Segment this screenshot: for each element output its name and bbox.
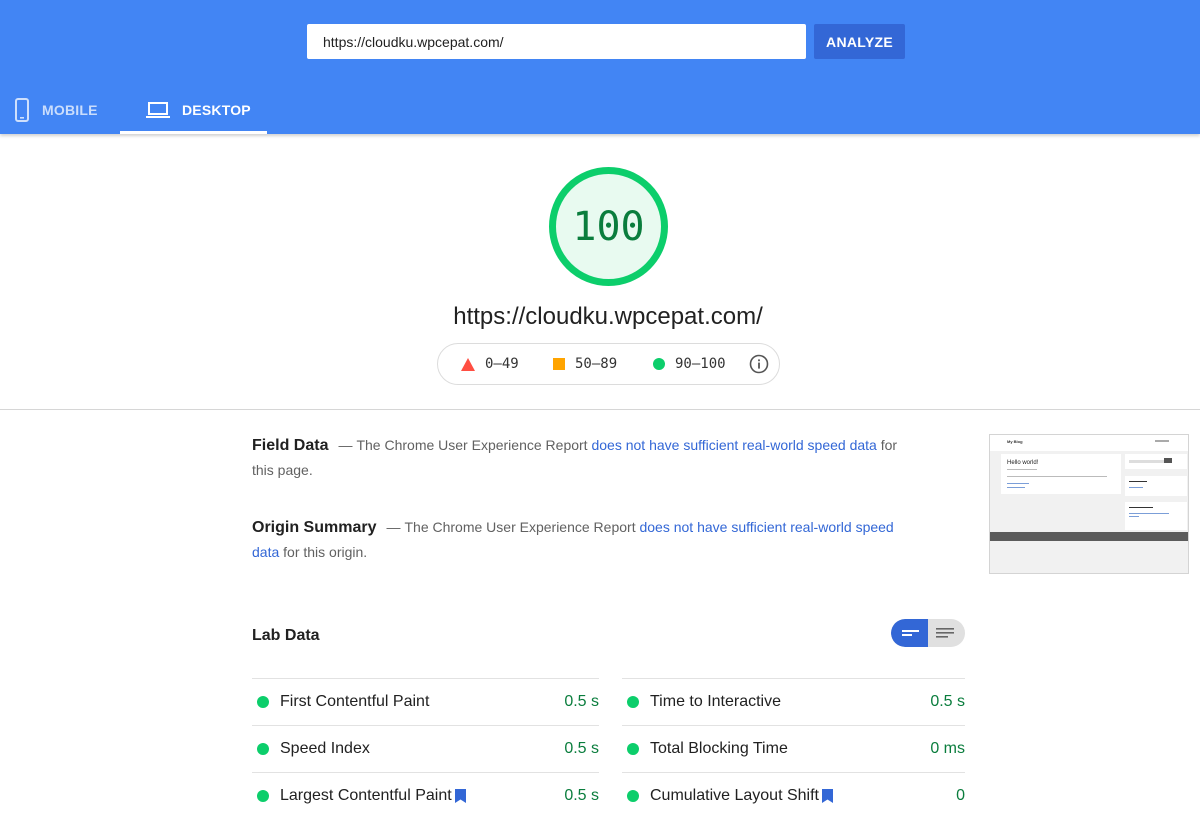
thumbnail-line — [1007, 487, 1025, 488]
field-data-section: Field Data — The Chrome User Experience Re… — [252, 433, 902, 483]
thumbnail-nav — [1155, 440, 1169, 442]
thumbnail-search — [1125, 454, 1187, 469]
legend-pass-range: 90–100 — [675, 356, 726, 372]
thumbnail-post-title: Hello world! — [1007, 460, 1039, 466]
legend-fail: 0–49 — [461, 356, 519, 372]
legend-pass: 90–100 — [653, 356, 726, 372]
legend-average-range: 50–89 — [575, 356, 618, 372]
thumbnail-footer — [990, 532, 1188, 541]
green-circle-icon — [653, 358, 665, 370]
orange-square-icon — [553, 358, 565, 370]
active-tab-indicator — [120, 131, 267, 134]
metric-value: 0.5 s — [930, 693, 965, 710]
thumbnail-sidebar — [1125, 454, 1187, 532]
metric-name: Largest Contentful Paint — [280, 787, 564, 805]
metric-name: Time to Interactive — [650, 693, 782, 710]
origin-summary-section: Origin Summary — The Chrome User Experienc… — [252, 515, 897, 565]
tab-desktop-label: DESKTOP — [182, 102, 251, 118]
thumbnail-site-header: My Blog — [990, 435, 1188, 451]
metric-speed-index: Speed Index 0.5 s — [252, 725, 599, 772]
legend-average: 50–89 — [553, 356, 617, 372]
thumbnail-site-title: My Blog — [1007, 439, 1023, 444]
metric-name: Cumulative Layout Shift — [650, 787, 956, 805]
field-data-dash: — — [338, 437, 353, 453]
red-triangle-icon — [461, 357, 475, 371]
page-screenshot-thumbnail: My Blog Hello world! — [989, 434, 1189, 574]
green-circle-icon — [257, 743, 269, 755]
phone-icon — [15, 98, 29, 122]
metric-name: Total Blocking Time — [650, 740, 788, 757]
toggle-compact-view[interactable] — [891, 619, 928, 647]
metric-total-blocking-time: Total Blocking Time 0 ms — [622, 725, 965, 772]
metric-cumulative-layout-shift: Cumulative Layout Shift 0 — [622, 772, 965, 818]
metric-value: 0 — [956, 786, 965, 804]
compact-list-icon — [902, 630, 919, 636]
top-bar: ANALYZE MOBILE DESKTOP — [0, 0, 1200, 134]
metric-value: 0.5 s — [564, 740, 599, 757]
url-input[interactable] — [307, 24, 806, 59]
green-circle-icon — [257, 696, 269, 708]
metric-time-to-interactive: Time to Interactive 0.5 s — [622, 678, 965, 725]
expanded-list-icon — [936, 628, 954, 638]
lab-data-title: Lab Data — [252, 627, 320, 644]
analyzed-url: https://cloudku.wpcepat.com/ — [453, 303, 763, 330]
analyze-button[interactable]: ANALYZE — [814, 24, 905, 59]
score-legend: 0–49 50–89 90–100 — [437, 343, 780, 385]
thumbnail-line — [1007, 476, 1107, 477]
thumbnail-line — [1007, 483, 1029, 484]
metric-value: 0.5 s — [564, 786, 599, 804]
green-circle-icon — [257, 789, 269, 802]
metric-largest-contentful-paint: Largest Contentful Paint 0.5 s — [252, 772, 599, 818]
metric-first-contentful-paint: First Contentful Paint 0.5 s — [252, 678, 599, 725]
tab-desktop[interactable]: DESKTOP — [120, 86, 267, 134]
thumbnail-recent-posts — [1125, 476, 1187, 496]
tab-mobile-label: MOBILE — [42, 102, 98, 118]
origin-summary-text: The Chrome User Experience Report — [404, 519, 640, 535]
green-circle-icon — [627, 743, 639, 755]
green-circle-icon — [627, 696, 639, 708]
legend-fail-range: 0–49 — [485, 356, 519, 372]
origin-summary-dash: — — [386, 519, 401, 535]
info-icon[interactable] — [749, 354, 769, 374]
bookmark-icon[interactable] — [821, 788, 833, 803]
field-data-text: The Chrome User Experience Report — [356, 437, 592, 453]
toggle-expanded-view[interactable] — [928, 619, 965, 647]
origin-summary-title: Origin Summary — [252, 519, 377, 536]
metric-value: 0.5 s — [564, 693, 599, 710]
performance-score: 100 — [572, 203, 645, 250]
thumbnail-line — [1007, 469, 1037, 470]
tab-mobile[interactable]: MOBILE — [14, 86, 118, 134]
field-data-link[interactable]: does not have sufficient real-world spee… — [591, 437, 876, 453]
green-circle-icon — [627, 789, 639, 802]
view-toggle — [891, 619, 965, 647]
thumbnail-post: Hello world! — [1001, 454, 1121, 494]
metric-name: Speed Index — [280, 740, 370, 757]
thumbnail-recent-comments — [1125, 502, 1187, 530]
laptop-icon — [146, 102, 170, 118]
metric-value: 0 ms — [930, 740, 965, 757]
bookmark-icon[interactable] — [454, 788, 466, 803]
section-divider — [0, 409, 1200, 410]
origin-summary-text-after: for this origin. — [279, 544, 368, 560]
metric-name: First Contentful Paint — [280, 693, 430, 710]
field-data-title: Field Data — [252, 437, 329, 454]
